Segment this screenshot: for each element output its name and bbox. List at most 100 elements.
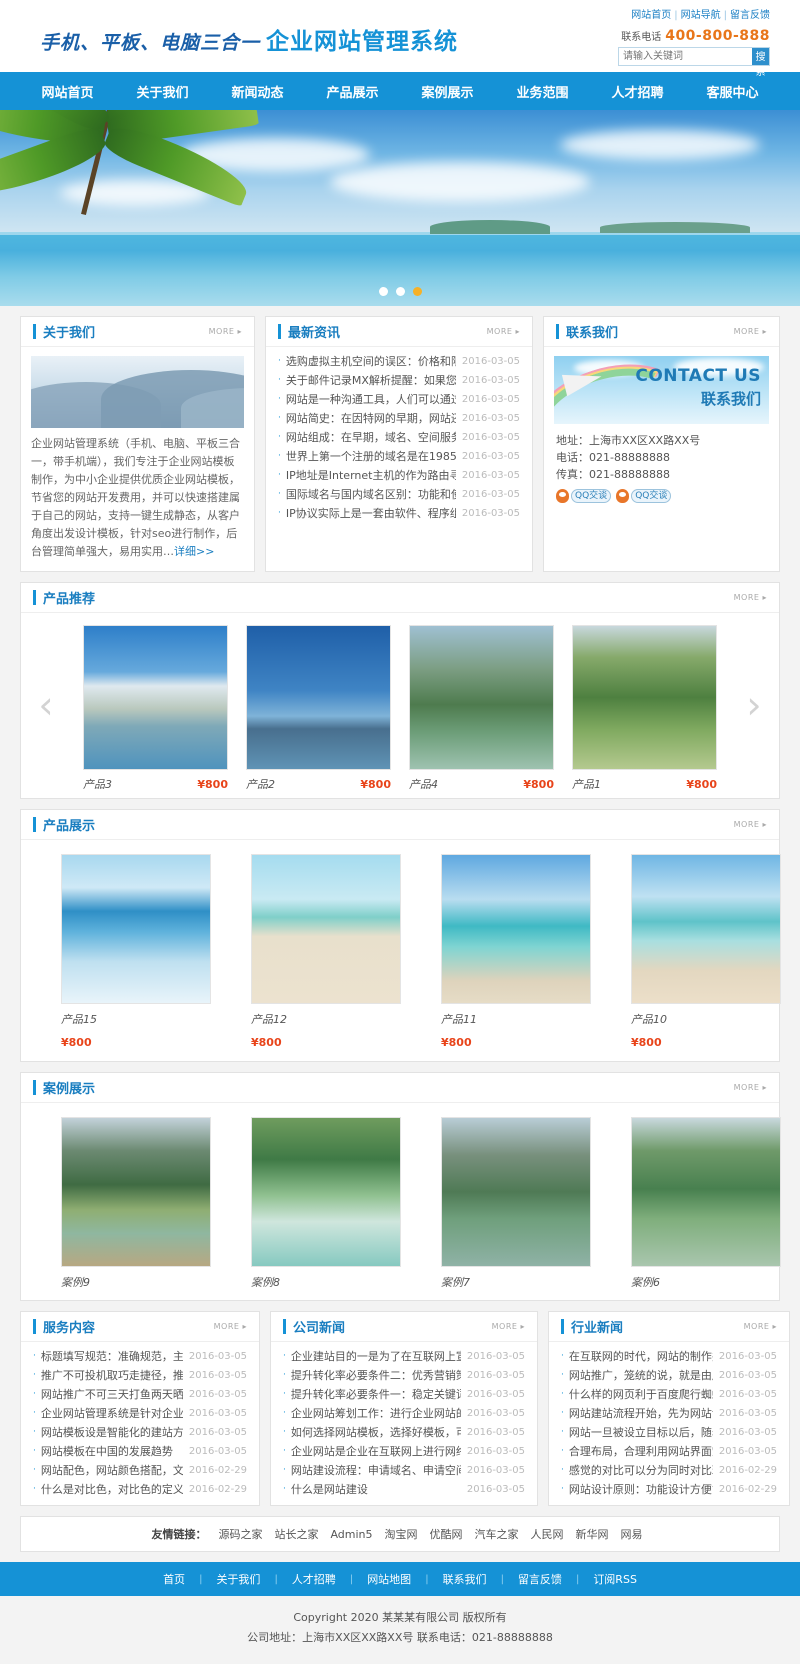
- industry-news-link[interactable]: 感觉的对比可以分为同时对比现象和: [569, 1461, 713, 1480]
- service-link[interactable]: 企业网站管理系统是针对企业而设计: [41, 1404, 183, 1423]
- friend-link[interactable]: 汽车之家: [475, 1528, 519, 1541]
- product-thumbnail-shoreline[interactable]: [631, 854, 781, 1004]
- industry-news-link[interactable]: 网站推广，笼统的说，就是由产品或: [569, 1366, 713, 1385]
- company-news-link[interactable]: 提升转化率必要条件二：优秀营销策略: [291, 1366, 461, 1385]
- industry-news-link[interactable]: 网站设计原则：功能设计方便简单，: [569, 1480, 713, 1499]
- case-card[interactable]: 案例8: [211, 1117, 401, 1290]
- company-news-link[interactable]: 网站建设流程：申请域名、申请空间、定位网站、风格设: [291, 1461, 461, 1480]
- product-card[interactable]: 产品2 ¥800: [246, 625, 391, 792]
- nav-item-about[interactable]: 关于我们: [115, 72, 210, 110]
- company-news-link[interactable]: 企业网站筹划工作：进行企业网站的计划、定位等方面的: [291, 1404, 461, 1423]
- nav-item-jobs[interactable]: 人才招聘: [590, 72, 685, 110]
- service-link[interactable]: 什么是对比色，对比色的定义: [41, 1480, 183, 1499]
- list-item[interactable]: · 世界上第一个注册的域名是在1985年1月注册的 2016-03-05: [278, 447, 520, 466]
- industry-news-link[interactable]: 网站建站流程开始，先为网站设立一: [569, 1404, 713, 1423]
- about-more-link[interactable]: MORE ▸: [209, 327, 242, 336]
- carousel-dots[interactable]: [0, 287, 800, 296]
- site-logo[interactable]: 手机、平板、电脑三合一 企业网站管理系统: [40, 22, 458, 56]
- list-item[interactable]: · 网站一旦被设立目标以后，随着来的 2016-03-05: [561, 1423, 777, 1442]
- search-button[interactable]: 搜索: [752, 48, 769, 78]
- case-show-more-link[interactable]: MORE ▸: [734, 1083, 767, 1092]
- list-item[interactable]: · 网站模板设是智能化的建站方式，所 2016-03-05: [33, 1423, 247, 1442]
- list-item[interactable]: · 企业网站是企业在互联网上进行网络营销和形象宣传的平 2016-03-05: [283, 1442, 525, 1461]
- footer-nav-feedback[interactable]: 留言反馈: [504, 1571, 576, 1587]
- search-input[interactable]: [619, 48, 752, 65]
- carousel-prev-arrow-icon[interactable]: ‹: [33, 683, 59, 729]
- nav-item-news[interactable]: 新闻动态: [210, 72, 305, 110]
- list-item[interactable]: · IP协议实际上是一套由软件、程序组成的协议软件 2016-03-05: [278, 504, 520, 523]
- product-thumbnail-riverside-forest[interactable]: [572, 625, 717, 770]
- friend-link[interactable]: 淘宝网: [385, 1528, 418, 1541]
- product-card[interactable]: 产品4 ¥800: [409, 625, 554, 792]
- contact-more-link[interactable]: MORE ▸: [734, 327, 767, 336]
- latest-news-more-link[interactable]: MORE ▸: [487, 327, 520, 336]
- list-item[interactable]: · 提升转化率必要条件二：优秀营销策略 2016-03-05: [283, 1366, 525, 1385]
- list-item[interactable]: · 什么样的网页利于百度爬行蜘蛛的访 2016-03-05: [561, 1385, 777, 1404]
- footer-nav-contact[interactable]: 联系我们: [429, 1571, 501, 1587]
- about-detail-link[interactable]: 详细>>: [174, 545, 214, 558]
- list-item[interactable]: · 网站模板在中国的发展趋势 2016-03-05: [33, 1442, 247, 1461]
- company-news-more-link[interactable]: MORE ▸: [492, 1322, 525, 1331]
- company-news-link[interactable]: 提升转化率必要条件一：稳定关键词排名: [291, 1385, 461, 1404]
- friend-link[interactable]: 站长之家: [274, 1528, 318, 1541]
- list-item[interactable]: · 什么是对比色，对比色的定义 2016-02-29: [33, 1480, 247, 1499]
- list-item[interactable]: · IP地址是Internet主机的作为路由寻址用的数 2016-03-05: [278, 466, 520, 485]
- news-link[interactable]: IP地址是Internet主机的作为路由寻址用的数: [286, 466, 456, 485]
- list-item[interactable]: · 感觉的对比可以分为同时对比现象和 2016-02-29: [561, 1461, 777, 1480]
- product-thumbnail-ocean-wave[interactable]: [61, 854, 211, 1004]
- product-card[interactable]: 产品3 ¥800: [83, 625, 228, 792]
- hero-banner[interactable]: [0, 110, 800, 306]
- service-link[interactable]: 网站模板在中国的发展趋势: [41, 1442, 183, 1461]
- product-card[interactable]: 产品10 ¥800: [591, 854, 781, 1049]
- qq-chat-button-1[interactable]: QQ交谈: [556, 489, 612, 503]
- industry-news-more-link[interactable]: MORE ▸: [744, 1322, 777, 1331]
- list-item[interactable]: · 网站简史：在因特网的早期，网站还只能保存单纯的文本 2016-03-05: [278, 409, 520, 428]
- list-item[interactable]: · 选购虚拟主机空间的误区：价格和限制误区 2016-03-05: [278, 352, 520, 371]
- product-card[interactable]: 产品11 ¥800: [401, 854, 591, 1049]
- nav-item-products[interactable]: 产品展示: [305, 72, 400, 110]
- case-card[interactable]: 案例7: [401, 1117, 591, 1290]
- product-thumbnail-green-hills[interactable]: [409, 625, 554, 770]
- list-item[interactable]: · 提升转化率必要条件一：稳定关键词排名 2016-03-05: [283, 1385, 525, 1404]
- footer-nav-about[interactable]: 关于我们: [202, 1571, 274, 1587]
- product-recommend-more-link[interactable]: MORE ▸: [734, 593, 767, 602]
- product-card[interactable]: 产品15 ¥800: [21, 854, 211, 1049]
- product-card[interactable]: 产品1 ¥800: [572, 625, 717, 792]
- list-item[interactable]: · 网站是一种沟通工具，人们可以通过网站来发布自己想要 2016-03-05: [278, 390, 520, 409]
- list-item[interactable]: · 网站推广不可三天打鱼两天晒网，网 2016-03-05: [33, 1385, 247, 1404]
- service-link[interactable]: 网站模板设是智能化的建站方式，所: [41, 1423, 183, 1442]
- product-thumbnail-blue-lake[interactable]: [246, 625, 391, 770]
- list-item[interactable]: · 推广不可投机取巧走捷径，推广不可 2016-03-05: [33, 1366, 247, 1385]
- company-news-link[interactable]: 什么是网站建设: [291, 1480, 461, 1499]
- news-link[interactable]: 关于邮件记录MX解析提醒：如果您顶级域名使用了CN: [286, 371, 456, 390]
- friend-link[interactable]: Admin5: [330, 1528, 372, 1541]
- list-item[interactable]: · 网站建设流程：申请域名、申请空间、定位网站、风格设 2016-03-05: [283, 1461, 525, 1480]
- carousel-next-arrow-icon[interactable]: ›: [741, 683, 767, 729]
- list-item[interactable]: · 企业建站目的一是为了在互联网上宣传企业的品牌、产品 2016-03-05: [283, 1347, 525, 1366]
- footer-nav-rss[interactable]: 订阅RSS: [579, 1571, 651, 1587]
- top-link-home[interactable]: 网站首页: [631, 10, 671, 21]
- case-thumbnail-karst-river[interactable]: [61, 1117, 211, 1267]
- list-item[interactable]: · 企业网站管理系统是针对企业而设计 2016-03-05: [33, 1404, 247, 1423]
- nav-item-business[interactable]: 业务范围: [495, 72, 590, 110]
- case-thumbnail-limestone-peak[interactable]: [441, 1117, 591, 1267]
- list-item[interactable]: · 网站配色，网站颜色搭配，文字颜色 2016-02-29: [33, 1461, 247, 1480]
- list-item[interactable]: · 在互联网的时代，网站的制作并非是 2016-03-05: [561, 1347, 777, 1366]
- list-item[interactable]: · 什么是网站建设 2016-03-05: [283, 1480, 525, 1499]
- friend-link[interactable]: 源码之家: [218, 1528, 262, 1541]
- top-link-feedback[interactable]: 留言反馈: [730, 10, 770, 21]
- service-more-link[interactable]: MORE ▸: [214, 1322, 247, 1331]
- product-thumbnail-turquoise-island[interactable]: [441, 854, 591, 1004]
- list-item[interactable]: · 合理布局，合理利用网站界面空间， 2016-03-05: [561, 1442, 777, 1461]
- search-box[interactable]: 搜索: [618, 47, 770, 78]
- company-news-link[interactable]: 如何选择网站模板，选择好模板，可以让建站工作事半功: [291, 1423, 461, 1442]
- footer-nav-sitemap[interactable]: 网站地图: [353, 1571, 425, 1587]
- nav-item-support[interactable]: 客服中心: [685, 72, 780, 110]
- case-card[interactable]: 案例6: [591, 1117, 781, 1290]
- footer-nav-jobs[interactable]: 人才招聘: [278, 1571, 350, 1587]
- list-item[interactable]: · 如何选择网站模板，选择好模板，可以让建站工作事半功 2016-03-05: [283, 1423, 525, 1442]
- carousel-dot-1[interactable]: [378, 287, 388, 296]
- nav-item-home[interactable]: 网站首页: [20, 72, 115, 110]
- news-link[interactable]: 选购虚拟主机空间的误区：价格和限制误区: [286, 352, 456, 371]
- list-item[interactable]: · 企业网站筹划工作：进行企业网站的计划、定位等方面的 2016-03-05: [283, 1404, 525, 1423]
